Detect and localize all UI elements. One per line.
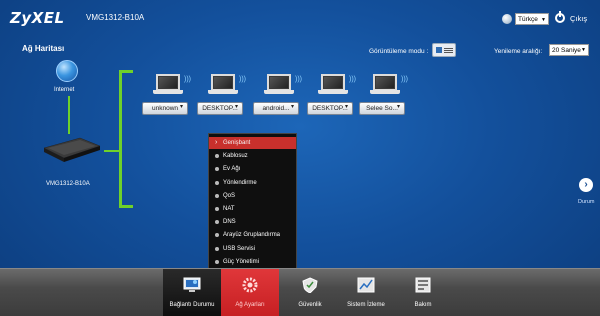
logout-link[interactable]: Çıkış [570,14,587,23]
link-trunk-vertical [119,70,122,208]
nav-tools[interactable]: Bakım [394,269,452,316]
menu-item[interactable]: DNS [209,216,296,228]
nav-gear[interactable]: Ağ Ayarları [221,269,279,316]
power-icon[interactable] [555,11,565,23]
laptop-base [370,90,400,94]
laptop-base [318,90,348,94]
laptop-screen [211,74,235,90]
view-mode-button[interactable] [432,43,456,57]
zyxel-logo: ZyXEL [10,9,65,27]
menu-item[interactable]: Arayüz Gruplandırma [209,229,296,241]
link-trunk-top [119,70,133,73]
nav-label: Bağlantı Durumu [169,302,215,308]
caret-icon: ▾ [235,104,239,110]
nav-label: Ağ Ayarları [235,302,265,308]
menu-item[interactable]: QoS [209,190,296,202]
nav-label: Bakım [414,302,432,308]
laptop-icon[interactable] [153,74,183,94]
menu-item[interactable]: NAT [209,203,296,215]
nav-monitor[interactable]: Bağlantı Durumu [163,269,221,316]
nav-label: Güvenlik [298,302,322,308]
internet-label: Internet [54,87,75,93]
wifi-icon: ))) [295,76,302,83]
network-settings-menu: GenişbantKablosuzEv Ağı YönlendirmeQoSNAT… [208,133,297,269]
refresh-selected: 20 Saniye [552,47,581,54]
link-router-trunk [104,150,120,152]
menu-item[interactable]: Genişbant [209,137,296,149]
wifi-icon: ))) [349,76,356,83]
laptop-base [264,90,294,94]
caret-icon: ▾ [180,104,184,110]
next-arrow-icon[interactable]: › [579,178,593,192]
laptop-base [208,90,238,94]
chevron-down-icon: ▼ [541,17,546,23]
menu-item[interactable]: Yönlendirme [209,177,296,189]
next-label[interactable]: Durum [578,199,595,205]
menu-item[interactable]: Ev Ağı [209,163,296,175]
laptop-icon[interactable] [370,74,400,94]
monitor-icon [183,277,201,293]
shield-icon [301,277,319,294]
router-label: VMG1312-B10A [46,181,90,187]
laptop-icon[interactable] [208,74,238,94]
language-selected: Türkçe [518,16,538,23]
model-name: VMG1312-B10A [86,13,145,22]
caret-icon: ▾ [345,104,349,110]
globe-icon [502,14,512,24]
internet-globe-icon[interactable] [56,60,78,82]
laptop-icon[interactable] [318,74,348,94]
top-bar: ZyXEL VMG1312-B10A Türkçe ▼ Çıkış [0,0,600,36]
laptop-screen [267,74,291,90]
wifi-icon: ))) [184,76,191,83]
wifi-icon: ))) [401,76,408,83]
tools-icon [414,277,432,293]
link-trunk-bottom [119,205,133,208]
caret-icon: ▾ [397,104,401,110]
refresh-label: Yenileme aralığı: [494,48,543,55]
menu-item[interactable]: Kablosuz [209,150,296,162]
router-icon[interactable] [40,134,104,166]
chevron-down-icon: ▼ [581,47,586,53]
chart-icon [357,277,375,293]
caret-icon: ▾ [291,104,295,110]
language-select[interactable]: Türkçe ▼ [515,13,549,25]
laptop-screen [321,74,345,90]
nav-shield[interactable]: Güvenlik [281,269,339,316]
refresh-select[interactable]: 20 Saniye ▼ [549,44,589,56]
view-mode-label: Görüntüleme modu : [369,48,429,55]
link-internet-router [68,96,70,134]
nav-chart[interactable]: Sistem İzleme [337,269,395,316]
menu-item[interactable]: USB Servisi [209,243,296,255]
laptop-screen [156,74,180,90]
wifi-icon: ))) [239,76,246,83]
menu-item[interactable]: Güç Yönetimi [209,256,296,268]
laptop-screen [373,74,397,90]
bottom-nav-bar: Bağlantı Durumu Ağ Ayarları Güvenlik Sistem… [0,268,600,316]
page-title: Ağ Haritası [22,44,65,53]
laptop-icon[interactable] [264,74,294,94]
laptop-base [153,90,183,94]
gear-icon [241,277,259,293]
nav-label: Sistem İzleme [347,302,385,308]
